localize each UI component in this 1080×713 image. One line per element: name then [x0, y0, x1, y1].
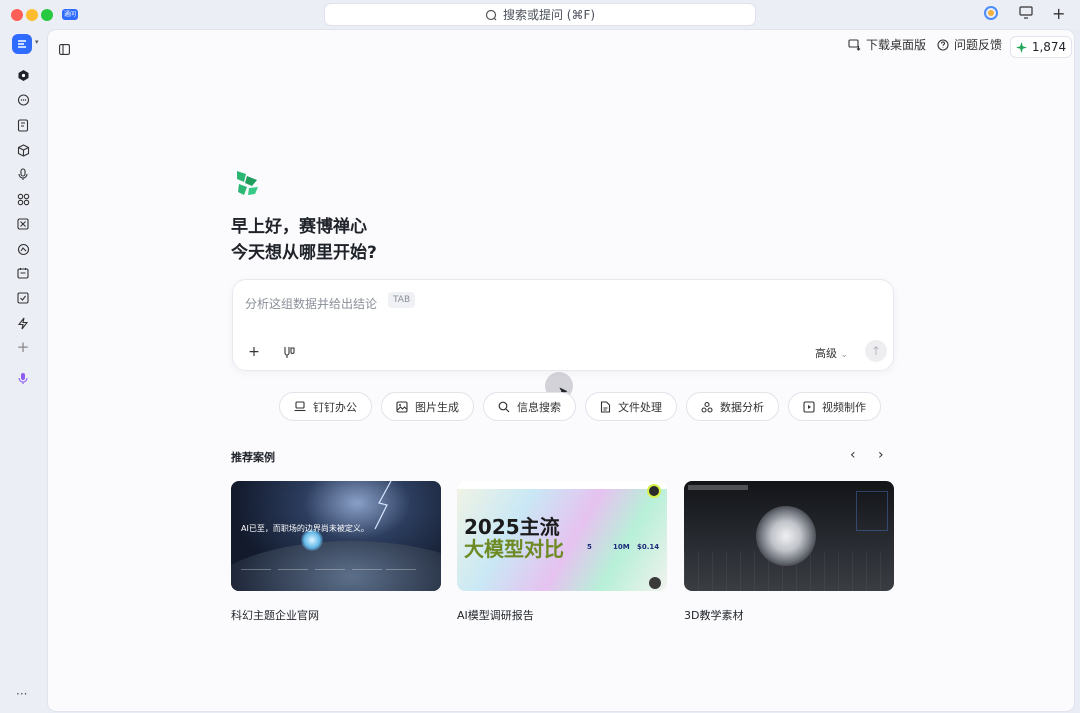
sidebar-home-icon[interactable]: [13, 65, 33, 85]
example-card-3d-material[interactable]: [684, 481, 894, 591]
data-icon: [701, 401, 713, 413]
sidebar-chat-icon[interactable]: [13, 90, 33, 110]
chip-label: 数据分析: [720, 400, 764, 414]
card-stat: [278, 569, 308, 585]
app-badge: 通问: [62, 9, 78, 20]
chip-label: 文件处理: [618, 400, 662, 414]
chevron-down-icon: ⌄: [840, 350, 849, 360]
file-icon: [600, 400, 611, 413]
example-card-label: AI模型调研报告: [457, 609, 534, 622]
sidebar-contacts-icon[interactable]: [13, 239, 33, 259]
chip-file-processing[interactable]: 文件处理: [585, 392, 677, 421]
card-stat: [386, 569, 416, 585]
chevron-right-icon: ›: [878, 447, 884, 463]
mode-label: 高级: [815, 347, 837, 360]
example-card-label: 科幻主题企业官网: [231, 609, 319, 622]
sidebar-add-icon[interactable]: +: [13, 337, 33, 357]
minimize-window-button[interactable]: [26, 9, 38, 21]
image-icon: [396, 400, 408, 413]
chip-info-search[interactable]: 信息搜索: [483, 392, 576, 421]
card-headline: AI已至，而职场的边界尚未被定义。: [241, 524, 369, 533]
card-headline: 2025主流: [464, 515, 560, 539]
sidebar-apps-icon[interactable]: [13, 189, 33, 209]
download-icon: [848, 38, 861, 51]
chip-label: 视频制作: [822, 400, 866, 414]
send-button[interactable]: ↑: [865, 340, 887, 362]
card-stat: $0.14: [637, 543, 660, 551]
greeting-line-2: 今天想从哪里开始?: [231, 243, 377, 263]
card-stat: 10M: [613, 543, 630, 551]
greeting-line-1: 早上好，赛博禅心: [231, 217, 367, 237]
tab-hint-badge: TAB: [388, 292, 416, 308]
credits-badge[interactable]: 1,874: [1010, 36, 1072, 58]
sidebar: ▾ + ···: [0, 30, 48, 713]
laptop-icon: [294, 401, 306, 412]
zoom-window-button[interactable]: [41, 9, 53, 21]
sidebar-cube-icon[interactable]: [13, 140, 33, 160]
search-icon: [498, 401, 510, 412]
example-card-scifi-website[interactable]: AI已至，而职场的边界尚未被定义。: [231, 481, 441, 591]
global-search-bar[interactable]: 搜索或提问 (⌘F): [325, 4, 755, 25]
search-sparkle-icon: [485, 9, 497, 20]
mode-selector[interactable]: 高级 ⌄: [815, 345, 848, 361]
feedback-label: 问题反馈: [954, 38, 1003, 52]
chip-label: 图片生成: [415, 400, 459, 414]
download-label: 下载桌面版: [866, 38, 927, 52]
add-attachment-button[interactable]: +: [243, 341, 265, 363]
chevron-left-icon: ‹: [850, 447, 856, 463]
card-info-panel: [856, 491, 888, 531]
card-badge-icon: [647, 484, 661, 498]
turbine-illustration: [756, 506, 816, 566]
examples-prev-button[interactable]: ‹: [850, 447, 856, 463]
example-card-ai-report[interactable]: 2025主流 大模型对比 5 10M $0.14: [457, 481, 667, 591]
close-window-button[interactable]: [11, 9, 23, 21]
card-stat: [315, 569, 345, 585]
card-stat: [352, 569, 382, 585]
credits-value: 1,874: [1031, 40, 1067, 54]
examples-next-button[interactable]: ›: [878, 447, 884, 463]
workspace-dropdown-icon[interactable]: ▾: [35, 38, 39, 46]
sidebar-docs-icon[interactable]: [13, 115, 33, 135]
card-stat: [241, 569, 271, 585]
prompt-placeholder: 分析这组数据并给出结论: [245, 297, 378, 311]
sidebar-table-icon[interactable]: [13, 214, 33, 234]
chip-data-analysis[interactable]: 数据分析: [686, 392, 779, 421]
chip-dingtalk-office[interactable]: 钉钉办公: [279, 392, 372, 421]
tools-icon: [284, 346, 295, 358]
prompt-composer[interactable]: 分析这组数据并给出结论 TAB + 高级 ⌄ ↑: [232, 279, 894, 371]
chip-label: 钉钉办公: [313, 400, 357, 414]
new-tab-icon[interactable]: +: [1052, 4, 1065, 23]
card-nav-strip: [457, 481, 667, 489]
sidebar-calendar-icon[interactable]: [13, 263, 33, 283]
brand-logo-icon: [237, 171, 258, 195]
sidebar-mic-icon[interactable]: [13, 164, 33, 184]
video-icon: [803, 400, 815, 413]
card-stat: 5: [587, 543, 592, 551]
download-desktop-button[interactable]: 下载桌面版: [848, 36, 926, 53]
example-card-label: 3D教学素材: [684, 609, 744, 622]
examples-title: 推荐案例: [231, 451, 275, 464]
tools-button[interactable]: [278, 341, 300, 363]
browser-icon[interactable]: [984, 6, 998, 24]
sidebar-more-icon[interactable]: ···: [16, 687, 27, 701]
workspace-avatar[interactable]: [12, 34, 32, 54]
toggle-sidebar-icon[interactable]: [59, 40, 70, 59]
chip-image-generation[interactable]: 图片生成: [381, 392, 474, 421]
help-icon: [937, 38, 949, 51]
sidebar-flash-icon[interactable]: [13, 313, 33, 333]
send-arrow-icon: ↑: [870, 344, 882, 358]
screen-share-icon[interactable]: [1019, 6, 1033, 23]
quick-actions: 钉钉办公 图片生成 信息搜索 文件处理 数据分析 视频制作: [279, 392, 881, 421]
title-bar: 通问 搜索或提问 (⌘F) +: [0, 0, 1080, 30]
sidebar-todo-icon[interactable]: [13, 288, 33, 308]
chip-label: 信息搜索: [517, 400, 561, 414]
sidebar-ai-mic-icon[interactable]: [13, 368, 33, 388]
star-icon: [1015, 41, 1027, 53]
card-subline: 大模型对比: [464, 537, 564, 561]
card-nav-strip: [688, 485, 748, 490]
chip-video-production[interactable]: 视频制作: [788, 392, 881, 421]
card-corner-icon: [649, 577, 661, 589]
feedback-button[interactable]: 问题反馈: [937, 36, 1002, 53]
global-search-placeholder: 搜索或提问 (⌘F): [502, 8, 596, 22]
